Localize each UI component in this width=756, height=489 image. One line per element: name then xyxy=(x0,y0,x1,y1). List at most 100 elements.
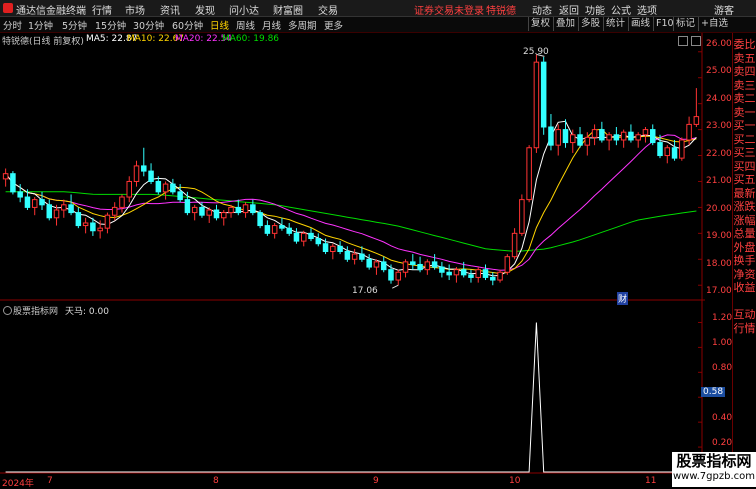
candle-body xyxy=(206,209,212,216)
candle-body xyxy=(519,199,525,234)
candle-body xyxy=(184,199,191,214)
candle-body xyxy=(453,269,460,276)
quote-label[interactable]: 卖一 xyxy=(733,106,756,120)
ma-layer xyxy=(5,120,697,277)
candle-body xyxy=(177,191,183,201)
indicator-title[interactable]: 股票指标网 xyxy=(13,304,58,317)
candle-body xyxy=(170,183,176,193)
indicator-tick: 0.80 xyxy=(712,363,733,373)
indicator-gear-icon[interactable] xyxy=(3,306,12,315)
candle-body xyxy=(599,129,605,141)
indicator-tick: 0.20 xyxy=(712,438,733,448)
candle-body xyxy=(250,204,256,214)
candle-body xyxy=(337,245,343,252)
quote-label[interactable]: 卖四 xyxy=(733,65,756,79)
candle-body xyxy=(199,206,205,216)
candle-body xyxy=(359,253,365,260)
price-chart[interactable] xyxy=(0,0,705,487)
candle-body xyxy=(344,251,351,260)
quote-label[interactable]: 买四 xyxy=(733,160,756,174)
candle-body xyxy=(540,61,547,128)
watermark-line1: 股票指标网 xyxy=(676,452,752,470)
candle-body xyxy=(613,134,620,141)
quote-label[interactable]: 换手 xyxy=(733,254,756,268)
price-tick: 22.00 xyxy=(706,149,732,159)
date-tick: 9 xyxy=(373,476,379,486)
candle-body xyxy=(300,232,307,242)
candle-body xyxy=(162,183,169,193)
candle-body xyxy=(562,129,569,144)
quote-label[interactable]: 买二 xyxy=(733,133,756,147)
candle-body xyxy=(104,214,111,229)
price-tick: 18.00 xyxy=(706,259,732,269)
candle-body xyxy=(126,180,132,198)
candle-body xyxy=(380,261,387,271)
candle-body xyxy=(330,245,336,252)
quote-label[interactable]: 卖三 xyxy=(733,79,756,93)
candle-body xyxy=(242,204,249,214)
candle-body xyxy=(606,134,612,141)
quote-label[interactable]: 收益 xyxy=(733,281,756,295)
finance-marker[interactable]: 财 xyxy=(617,292,629,305)
quote-label[interactable]: 涨跌 xyxy=(733,200,756,214)
candle-body xyxy=(31,199,38,208)
candle-body xyxy=(649,129,656,144)
candle-body xyxy=(628,131,634,141)
candle-body xyxy=(570,134,576,144)
quote-label[interactable]: 委比 xyxy=(733,38,756,52)
candle-body xyxy=(424,261,431,271)
candle-body xyxy=(221,212,227,219)
candle-body xyxy=(228,206,234,214)
high-price-label: 25.90 xyxy=(523,47,549,57)
candle-body xyxy=(141,165,147,172)
candle-body xyxy=(504,256,511,273)
menu-guest[interactable]: 游客 xyxy=(714,2,734,17)
candle-body xyxy=(293,232,300,242)
price-tick: 26.00 xyxy=(706,39,732,49)
candle-body xyxy=(264,225,271,234)
indicator-current-value: 0.58 xyxy=(701,387,726,397)
candle-body xyxy=(82,222,89,227)
candle-body xyxy=(191,206,198,214)
candle-body xyxy=(577,134,583,146)
quote-label[interactable]: 买一 xyxy=(733,119,756,133)
candle-body xyxy=(24,196,31,208)
low-price-label: 17.06 xyxy=(352,286,378,296)
quote-label[interactable]: 买三 xyxy=(733,146,756,160)
indicator-tick: 1.20 xyxy=(712,313,733,323)
quote-label[interactable]: 卖二 xyxy=(733,92,756,106)
candle-body xyxy=(213,209,220,219)
candle-body xyxy=(468,274,474,278)
candle-body xyxy=(308,232,314,240)
price-tick: 17.00 xyxy=(706,286,732,296)
candle-body xyxy=(75,212,82,227)
ma5-line xyxy=(5,120,697,277)
quote-label[interactable]: 卖五 xyxy=(733,52,756,66)
candle-body xyxy=(642,129,649,136)
quote-label[interactable]: 最新 xyxy=(733,187,756,201)
quote-label[interactable]: 净资 xyxy=(733,268,756,282)
candle-body xyxy=(148,170,154,182)
side-tab-hudong[interactable]: 互动 xyxy=(733,308,756,322)
candle-body xyxy=(657,142,663,157)
date-tick: 7 xyxy=(47,476,53,486)
quote-label[interactable]: 外盘 xyxy=(733,241,756,255)
quote-label[interactable]: 涨幅 xyxy=(733,214,756,228)
candle-layer xyxy=(2,53,700,289)
price-tick: 23.00 xyxy=(706,121,732,131)
candle-body xyxy=(410,261,416,265)
candle-body xyxy=(686,123,692,141)
candle-body xyxy=(53,209,60,219)
quote-label[interactable]: 买五 xyxy=(733,173,756,187)
quote-label[interactable]: 总量 xyxy=(733,227,756,241)
indicator-value: 天马: 0.00 xyxy=(65,307,109,317)
candle-body xyxy=(417,263,423,271)
candle-body xyxy=(17,191,23,198)
candle-body xyxy=(584,136,591,146)
side-tab-hangqing[interactable]: 行情 xyxy=(733,322,756,336)
date-tick: 8 xyxy=(213,476,219,486)
candle-body xyxy=(431,261,438,268)
candle-body xyxy=(664,147,671,157)
candle-body xyxy=(555,129,561,146)
side-bottom-tabs: 互动 行情 xyxy=(733,308,756,336)
